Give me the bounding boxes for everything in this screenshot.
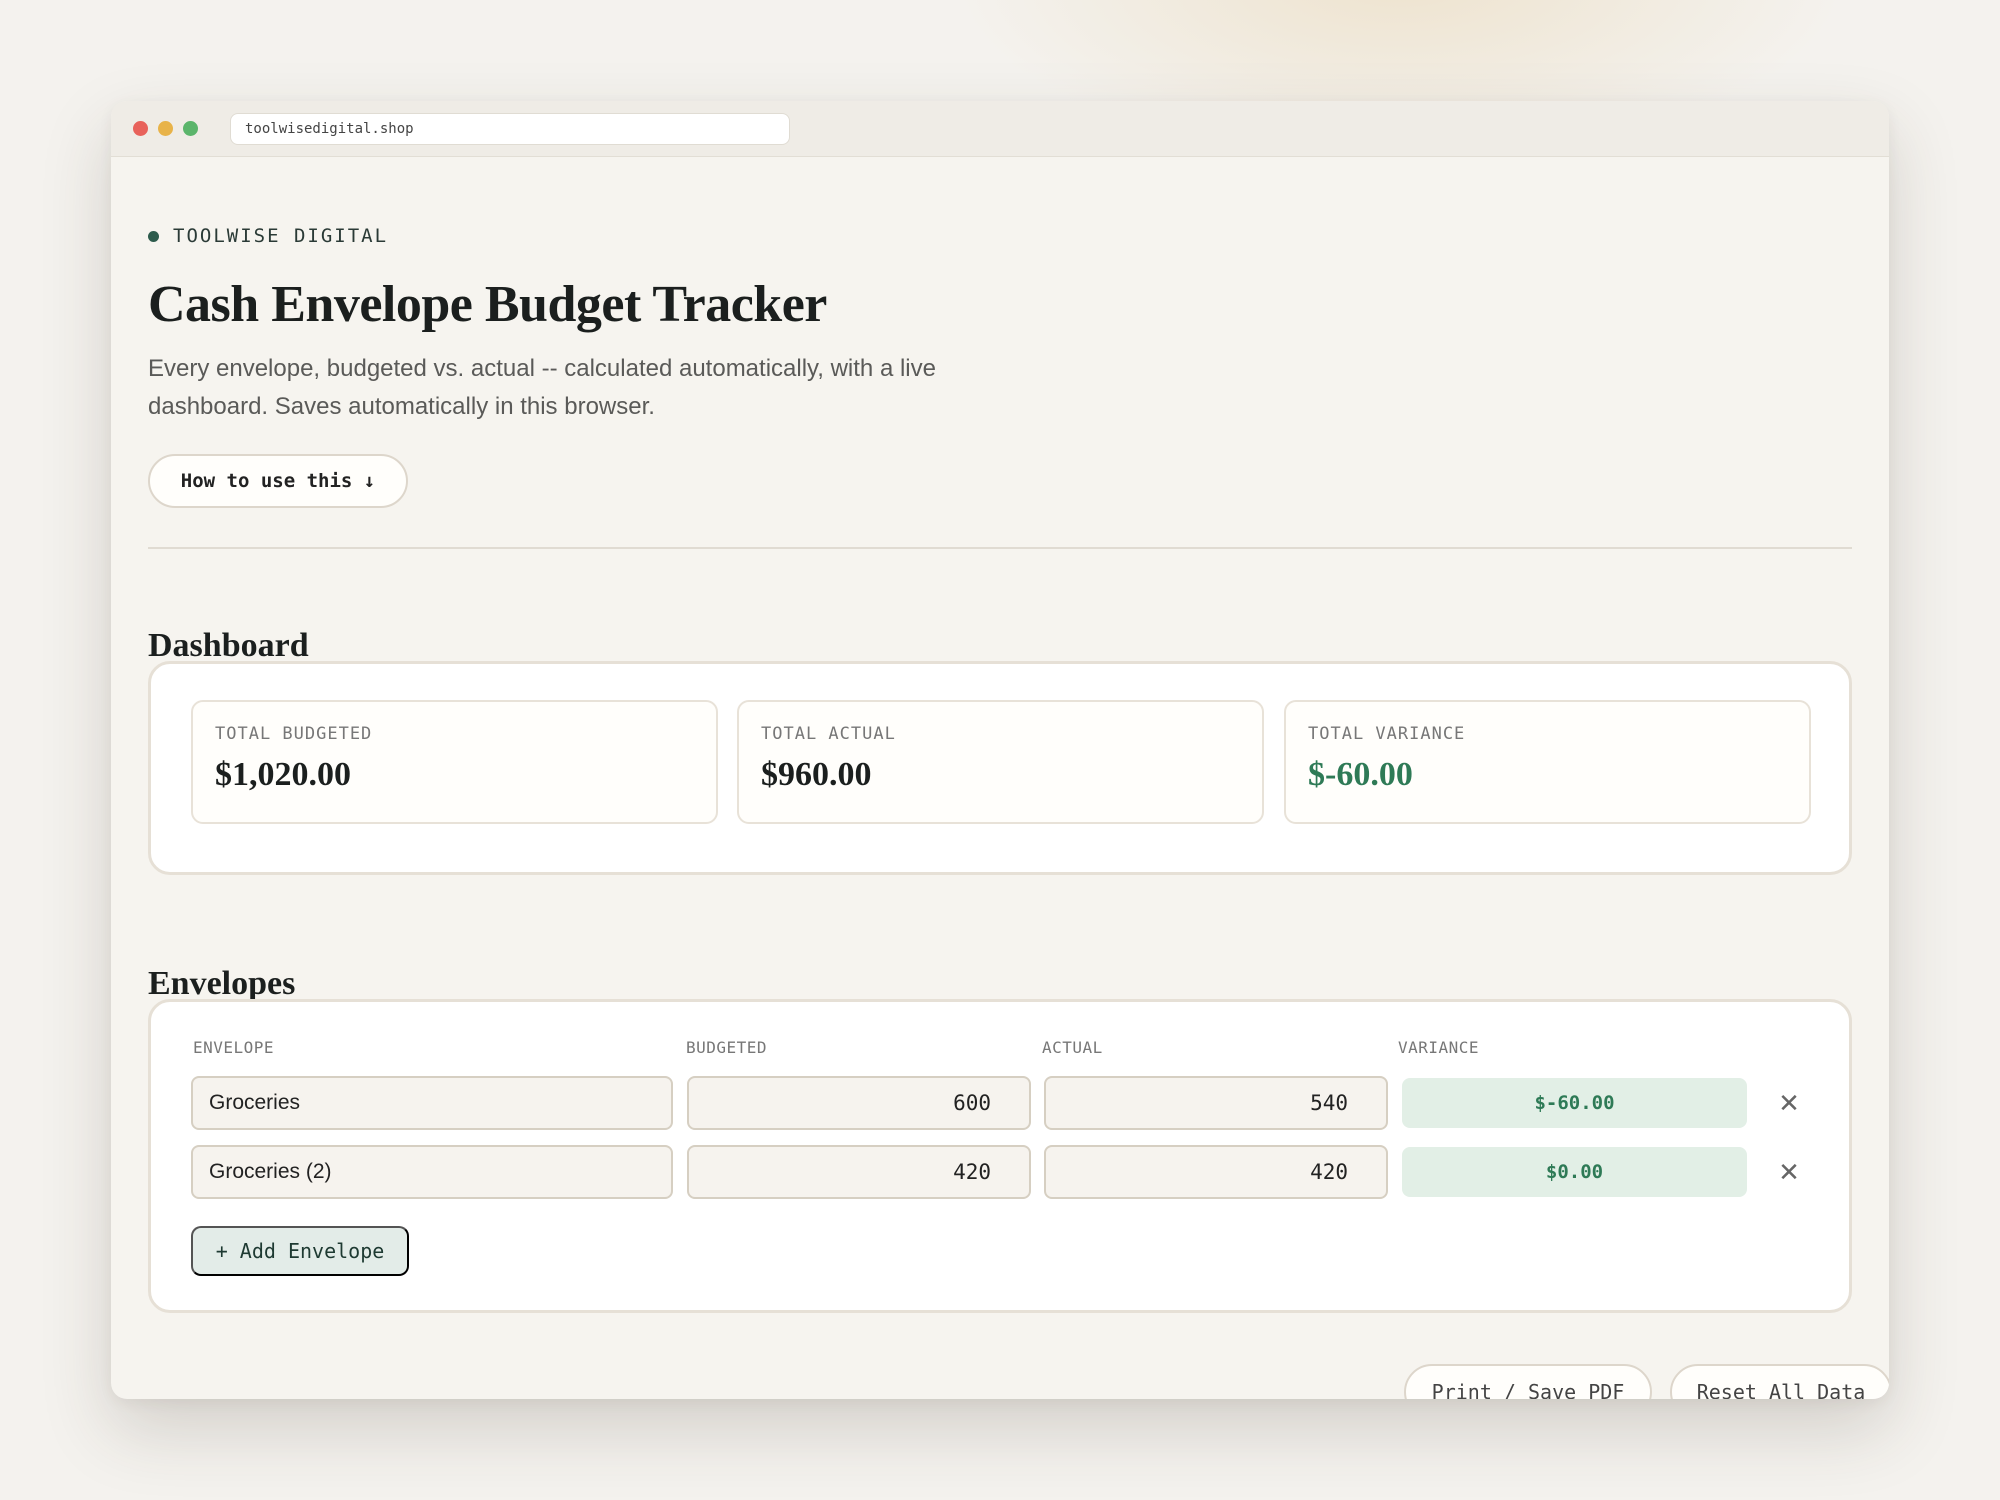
reset-all-data-button[interactable]: Reset All Data <box>1670 1364 1889 1399</box>
address-bar[interactable]: toolwisedigital.shop <box>230 112 790 145</box>
budgeted-input[interactable]: 420 <box>687 1145 1031 1199</box>
stat-value: $-60.00 <box>1308 756 1413 793</box>
stat-value: $1,020.00 <box>215 756 351 793</box>
page-content: TOOLWISE DIGITAL Cash Envelope Budget Tr… <box>148 157 1889 1399</box>
stat-label: TOTAL VARIANCE <box>1308 724 1466 744</box>
actual-input[interactable]: 420 <box>1044 1145 1388 1199</box>
stat-card-total-actual: TOTAL ACTUAL $960.00 <box>737 700 1264 824</box>
browser-window: toolwisedigital.shop TOOLWISE DIGITAL Ca… <box>111 101 1889 1399</box>
envelopes-title: Envelopes <box>148 965 296 1002</box>
stat-label: TOTAL BUDGETED <box>215 724 373 744</box>
page-subtitle: Every envelope, budgeted vs. actual -- c… <box>148 355 936 420</box>
page-title: Cash Envelope Budget Tracker <box>148 276 827 333</box>
stat-value: $960.00 <box>761 756 872 793</box>
minimize-window-icon[interactable] <box>158 121 173 136</box>
remove-envelope-icon[interactable]: ✕ <box>1770 1153 1808 1191</box>
stat-card-total-budgeted: TOTAL BUDGETED $1,020.00 <box>191 700 718 824</box>
stat-label: TOTAL ACTUAL <box>761 724 896 744</box>
brand: TOOLWISE DIGITAL <box>148 225 388 247</box>
column-header-budgeted: BUDGETED <box>686 1038 768 1057</box>
envelope-name-input[interactable]: Groceries (2) <box>191 1145 673 1199</box>
add-envelope-button[interactable]: + Add Envelope <box>191 1226 409 1276</box>
stat-card-total-variance: TOTAL VARIANCE $-60.00 <box>1284 700 1811 824</box>
actual-input[interactable]: 540 <box>1044 1076 1388 1130</box>
dashboard-title: Dashboard <box>148 627 309 664</box>
address-bar-url: toolwisedigital.shop <box>245 120 414 137</box>
brand-dot-icon <box>148 230 159 242</box>
maximize-window-icon[interactable] <box>183 121 198 136</box>
budgeted-input[interactable]: 600 <box>687 1076 1031 1130</box>
envelope-row: Groceries 600 540 $-60.00 ✕ <box>191 1076 1809 1130</box>
column-header-envelope: ENVELOPE <box>193 1038 275 1057</box>
column-header-variance: VARIANCE <box>1398 1038 1480 1057</box>
close-window-icon[interactable] <box>133 121 148 136</box>
dashboard-panel: TOTAL BUDGETED $1,020.00 TOTAL ACTUAL $9… <box>148 661 1852 875</box>
browser-titlebar: toolwisedigital.shop <box>111 101 1889 157</box>
how-to-use-button[interactable]: How to use this ↓ <box>148 454 408 508</box>
brand-name: TOOLWISE DIGITAL <box>173 225 389 247</box>
variance-value: $-60.00 <box>1402 1078 1747 1128</box>
section-divider <box>148 547 1852 549</box>
column-header-actual: ACTUAL <box>1042 1038 1103 1057</box>
print-save-pdf-button[interactable]: Print / Save PDF <box>1404 1364 1652 1399</box>
envelope-name-input[interactable]: Groceries <box>191 1076 673 1130</box>
envelopes-panel: ENVELOPE BUDGETED ACTUAL VARIANCE Grocer… <box>148 999 1852 1313</box>
remove-envelope-icon[interactable]: ✕ <box>1770 1084 1808 1122</box>
envelope-row: Groceries (2) 420 420 $0.00 ✕ <box>191 1145 1809 1199</box>
variance-value: $0.00 <box>1402 1147 1747 1197</box>
